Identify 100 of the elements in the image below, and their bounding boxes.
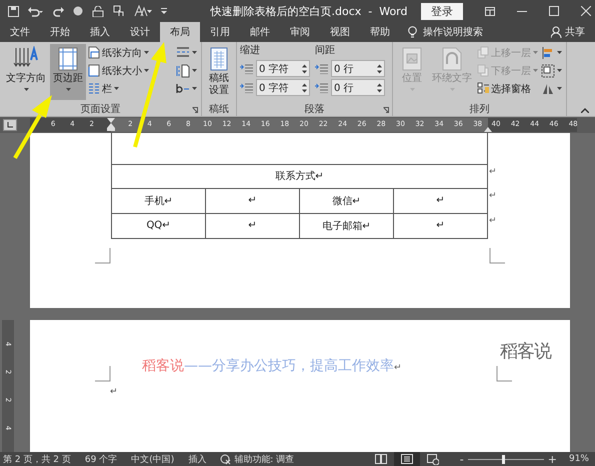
page-size-icon [88,64,100,77]
ribbon-tab[interactable]: 审阅 [280,22,320,42]
row-end-mark: ↵ [489,191,497,201]
redo-icon[interactable] [53,6,64,16]
caret-icon [192,87,197,90]
bring-forward-icon [477,46,489,59]
accessibility-icon[interactable] [220,454,232,464]
status-text: 插入 [188,454,206,466]
lightbulb-icon[interactable] [408,26,417,38]
spinner-arrows-icon [302,82,307,92]
ribbon-tab[interactable]: 视图 [320,22,360,42]
ribbon-button[interactable]: 选择窗格 [476,80,539,97]
table-cell: ↵ [394,188,488,213]
print-layout-icon [400,454,413,464]
caret-icon [114,87,119,90]
ribbon-display-icon[interactable] [485,6,495,16]
dialog-launcher-icon[interactable] [192,107,198,113]
table-cell: ↵ [206,213,300,238]
status-text: 第 2 页，共 2 页 [3,454,71,466]
caret-icon [533,51,538,54]
ribbon-tab[interactable]: 引用 [200,22,240,42]
zoom-level: 91% [568,454,589,464]
indent-icon [315,64,328,74]
ribbon-button[interactable]: 稿纸设置 [205,44,233,100]
ribbon-button[interactable]: 页边距 [50,44,86,100]
ribbon-button[interactable]: 纸张大小 [87,62,150,79]
ribbon-tab[interactable]: 邮件 [240,22,280,42]
share-button[interactable]: 共享 [565,25,585,39]
maximize-icon[interactable] [549,6,559,16]
ribbon-icon-button[interactable] [175,62,198,79]
ribbon-tab[interactable]: 插入 [80,22,120,42]
ribbon-icon-button[interactable] [540,62,563,79]
table-cell: 电子邮箱↵ [300,213,394,238]
caret-icon [533,69,538,72]
corner-mark-icon [496,366,512,382]
collapse-ribbon-icon[interactable] [581,108,589,113]
font-icon[interactable] [134,5,152,17]
caret-icon [557,69,562,72]
ribbon-tab[interactable]: 开始 [40,22,80,42]
heading-text: 稻客说——分享办公技巧，提高工作效率↵ [142,357,402,375]
group-label: 段落 [304,102,324,116]
ribbon-tab[interactable]: 帮助 [360,22,400,42]
ribbon-tab[interactable]: 文件 [0,22,40,42]
spinner-field[interactable]: 0 行 [331,79,385,96]
close-icon[interactable] [581,6,591,16]
paragraph-mark: ↵ [110,387,118,397]
tab-selector[interactable] [3,119,17,131]
dialog-launcher-icon[interactable] [383,107,389,113]
group-label: 排列 [470,102,490,116]
view-button[interactable] [394,452,420,466]
hyphenation-icon [176,82,190,96]
accessibility-status[interactable]: 辅助功能: 调查 [234,452,294,466]
zoom-out-button[interactable]: - [456,452,468,466]
indent-right-icon [315,82,328,92]
table-cell: 联系方式↵ [112,164,488,188]
caret-icon [144,51,149,54]
logo: 稻客说 [500,342,551,362]
caret-icon [192,51,197,54]
ribbon-icon-button[interactable] [540,44,563,61]
indent-icon [240,64,253,74]
ribbon-button[interactable]: 栏 [87,80,150,97]
caret-icon [557,87,562,90]
selection-pane-icon [477,82,489,95]
spinner-arrows-icon [302,64,307,74]
spinner-field[interactable]: 0 字符 [256,79,310,96]
save-icon[interactable] [8,6,19,16]
status-text: 中文(中国) [131,454,174,466]
ribbon-button[interactable]: 纸张方向 [87,44,150,61]
circle-icon[interactable] [73,6,83,16]
zoom-in-button[interactable]: + [544,452,561,466]
corner-mark-icon [95,366,111,382]
table-cell: 手机↵ [112,188,206,213]
table-cell: ↵ [394,213,488,238]
touch-icon[interactable] [113,5,125,17]
customize-icon[interactable] [161,8,167,14]
group-label: 稿纸 [209,102,229,116]
field-label: 间距 [315,44,336,58]
status-text: 69 个字 [84,454,118,466]
table-cell: ↵ [206,188,300,213]
caret-icon [24,88,28,91]
lock-icon[interactable] [92,6,104,16]
orientation-icon [88,46,100,59]
tell-me-search[interactable]: 操作说明搜索 [423,25,483,39]
spinner-arrows-icon [377,64,382,74]
person-icon[interactable] [551,26,562,38]
undo-icon[interactable] [28,6,44,16]
spinner-field[interactable]: 0 行 [331,60,385,77]
row-end-mark: ↵ [489,167,497,177]
ribbon-tab[interactable]: 设计 [120,22,160,42]
spinner-field[interactable]: 0 字符 [256,60,310,77]
login-button[interactable]: 登录 [421,2,463,20]
annotation-arrow [13,93,53,159]
table-cell: QQ↵ [112,213,206,238]
indent-marker-icon[interactable] [107,118,115,131]
field-label: 缩进 [240,44,261,58]
align-icon [541,46,555,60]
line-numbers-icon [176,64,190,78]
columns-icon [88,82,100,95]
ribbon-button[interactable]: 文字方向 [3,44,49,100]
ribbon-tab[interactable]: 布局 [160,22,200,42]
